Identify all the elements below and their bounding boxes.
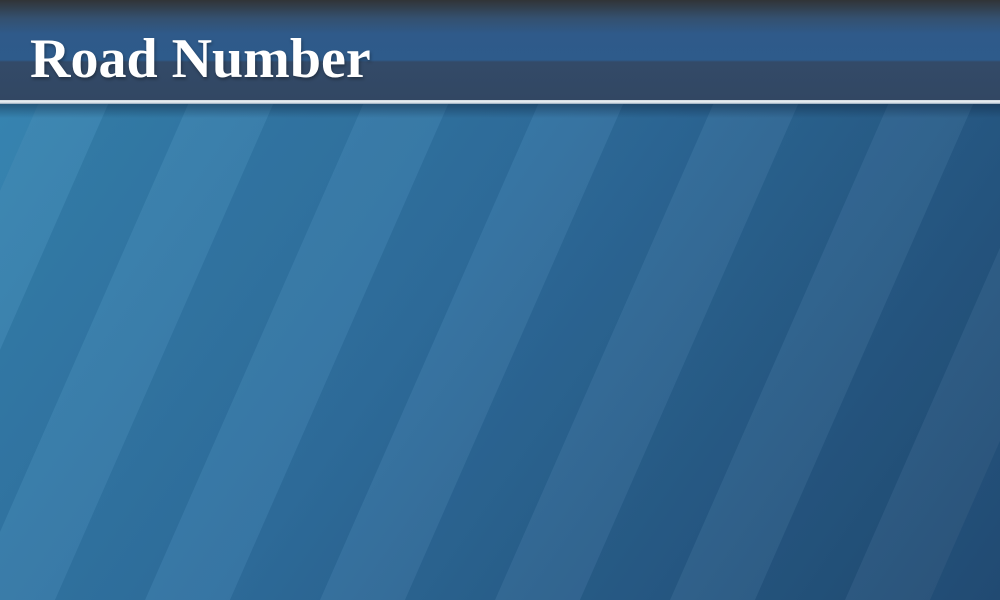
title-bar: Road Number <box>0 0 1000 101</box>
slide: Road Number <box>0 0 1000 600</box>
slide-title: Road Number <box>30 28 371 90</box>
title-bar-shadow <box>0 104 1000 118</box>
